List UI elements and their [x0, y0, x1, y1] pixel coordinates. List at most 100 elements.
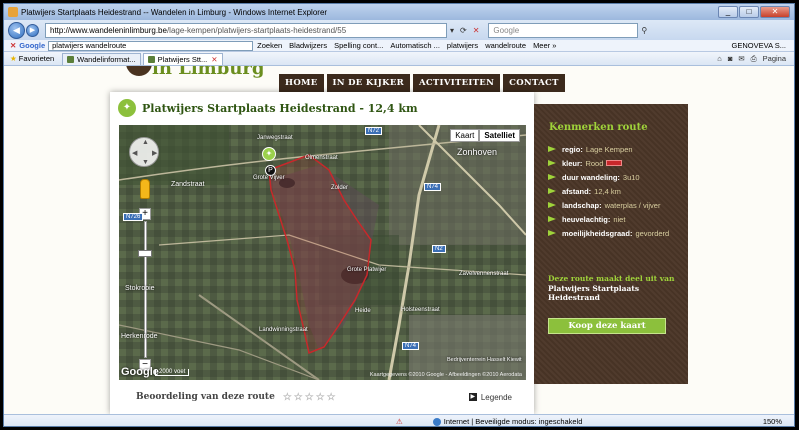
network-name[interactable]: Platwijers Startplaats Heidestrand [548, 284, 639, 303]
close-toolbar-icon[interactable]: ✕ [10, 41, 16, 50]
favorites-button[interactable]: ★ Favorieten [10, 54, 54, 63]
toolbar-more[interactable]: Meer » [533, 41, 556, 50]
pan-control[interactable]: ▲ ◀ ▶ ▼ [129, 137, 159, 167]
screen: Platwijers Startplaats Heidestrand -- Wa… [0, 0, 799, 430]
property-regio: regio: Lage Kempen [548, 142, 682, 156]
toolbar-spellcheck[interactable]: Spelling cont... [334, 41, 383, 50]
bullet-icon [548, 160, 556, 166]
property-key: landschap: [562, 200, 602, 210]
map-label: Holsteenstraat [401, 307, 440, 313]
pan-down-icon[interactable]: ▼ [142, 159, 149, 166]
property-kleur: kleur: Rood [548, 156, 682, 170]
toolbar-bookmarks[interactable]: Bladwijzers [289, 41, 327, 50]
tab-label: Platwijers Stt... [157, 54, 208, 64]
map-label: Olmenstraat [305, 155, 338, 161]
google-toolbar-logo: Google [19, 41, 46, 50]
url-field[interactable]: http://www.wandeleninlimburg.be /lage-ke… [45, 22, 447, 38]
buy-map-button[interactable]: Koop deze kaart [548, 318, 666, 334]
zoom-slider-thumb[interactable] [138, 250, 152, 257]
home-icon[interactable]: ⌂ [717, 54, 722, 64]
security-zone[interactable]: Internet | Beveiligde modus: ingeschakel… [444, 417, 583, 426]
legend-icon: ▶ [468, 393, 477, 401]
pan-right-icon[interactable]: ▶ [152, 149, 157, 157]
legend-label: Legende [480, 392, 512, 402]
route-header: ✦ Platwijers Startplaats Heidestrand - 1… [110, 92, 534, 124]
legend-link[interactable]: ▶ Legende [468, 392, 512, 402]
rating-row: Beoordeling van deze route ☆☆☆☆☆ ▶ Legen… [110, 384, 534, 410]
forward-button[interactable]: ▶ [26, 23, 39, 37]
close-button[interactable]: ✕ [760, 6, 790, 18]
toolbar-search-button[interactable]: Zoeken [257, 41, 282, 50]
panel-title: Kenmerken route [549, 122, 648, 133]
property-key: kleur: [562, 158, 583, 168]
street-view-pegman-icon[interactable] [140, 179, 150, 199]
rating-stars[interactable]: ☆☆☆☆☆ [283, 392, 338, 403]
start-marker-icon[interactable]: ✦ [262, 147, 276, 161]
map-scale: 2000 voet [155, 369, 190, 376]
map-label: Zavelvennenstraat [459, 271, 509, 277]
google-toolbar-search[interactable]: platwijers wandelroute [48, 40, 254, 51]
title-bar: Platwijers Startplaats Heidestrand -- Wa… [4, 4, 794, 20]
print-icon[interactable]: ⎙ [751, 54, 757, 64]
toolbar-term-platwijers[interactable]: platwijers [447, 41, 478, 50]
map-type-kaart[interactable]: Kaart [450, 129, 480, 142]
property-landschap: landschap: waterplas / vijver [548, 198, 682, 212]
map-copyright: Kaartgegevens ©2010 Google - Afbeeldinge… [369, 372, 522, 378]
nav-activiteiten[interactable]: ACTIVITEITEN [412, 74, 501, 92]
map-label: Stokrooie [125, 285, 155, 292]
map-type-satelliet[interactable]: Satelliet [479, 129, 520, 142]
rating-label: Beoordeling van deze route [136, 392, 275, 402]
property-key: regio: [562, 144, 583, 154]
network-note: Deze route maakt deel uit van Platwijers… [548, 274, 680, 303]
maximize-button[interactable]: □ [739, 6, 759, 18]
nav-home[interactable]: HOME [279, 74, 324, 92]
map-label: Zonhoven [457, 147, 498, 157]
window-title: Platwijers Startplaats Heidestrand -- Wa… [21, 7, 328, 17]
nav-in-de-kijker[interactable]: IN DE KIJKER [326, 74, 410, 92]
walker-icon: ✦ [118, 99, 136, 117]
zoom-level[interactable]: 150% [763, 417, 782, 426]
popup-blocker-icon[interactable]: ⚠ [396, 417, 403, 426]
property-duur: duur wandeling: 3u10 [548, 170, 682, 184]
feeds-icon[interactable]: ◙ [728, 54, 733, 64]
property-moeilijkheidsgraad: moeilijkheidsgraad: gevorderd [548, 226, 682, 240]
browser-window: Platwijers Startplaats Heidestrand -- Wa… [3, 3, 795, 427]
page-menu[interactable]: Pagina [763, 54, 786, 64]
road-sign: N72 [365, 127, 383, 135]
url-path: /lage-kempen/platwijers-startplaats-heid… [166, 25, 347, 35]
network-note-prefix: Deze route maakt deel uit van [548, 274, 675, 283]
pan-up-icon[interactable]: ▲ [142, 139, 149, 146]
back-button[interactable]: ◀ [8, 21, 25, 39]
close-tab-icon[interactable]: ✕ [211, 55, 217, 64]
map-label: Bedrijventerrein Hasselt Kiewit [447, 357, 522, 363]
google-map-logo[interactable]: Google [121, 366, 159, 378]
map-label: Zandstraat [171, 181, 205, 188]
map-label: Herkenrode [121, 333, 158, 340]
satellite-map[interactable]: Kaart Satelliet ▲ ◀ ▶ ▼ + − ✦ P Zonhoven… [119, 125, 526, 380]
toolbar-autofill[interactable]: Automatisch ... [390, 41, 440, 50]
route-card: ✦ Platwijers Startplaats Heidestrand - 1… [110, 92, 534, 414]
bullet-icon [548, 202, 556, 208]
tab-platwijers[interactable]: Platwijers Stt... ✕ [142, 52, 223, 65]
stop-icon[interactable]: ✕ [473, 26, 480, 35]
map-label: Janwegstraat [257, 135, 293, 141]
bullet-icon [548, 146, 556, 152]
refresh-icon[interactable]: ⟳ [460, 26, 467, 35]
property-afstand: afstand: 12,4 km [548, 184, 682, 198]
site-logo[interactable]: in Limburg [152, 66, 264, 79]
toolbar-account[interactable]: GENOVEVA S... [732, 41, 786, 50]
search-input[interactable]: Google [488, 22, 639, 38]
minimize-button[interactable]: _ [718, 6, 738, 18]
tab-wandelinformatie[interactable]: Wandelinformat... [62, 52, 141, 65]
mail-icon[interactable]: ✉ [738, 54, 744, 64]
nav-contact[interactable]: CONTACT [503, 74, 565, 92]
search-icon[interactable]: ⚲ [641, 26, 647, 35]
address-bar: ◀ ▶ http://www.wandeleninlimburg.be /lag… [4, 20, 794, 40]
map-label: Grote Vijver [253, 175, 285, 181]
dropdown-icon[interactable]: ▾ [450, 26, 454, 35]
pan-left-icon[interactable]: ◀ [132, 149, 137, 157]
tab-label: Wandelinformat... [77, 54, 136, 64]
toolbar-term-wandelroute[interactable]: wandelroute [485, 41, 526, 50]
road-sign: N2 [432, 245, 446, 253]
map-label: Landwinningstraat [259, 327, 308, 333]
